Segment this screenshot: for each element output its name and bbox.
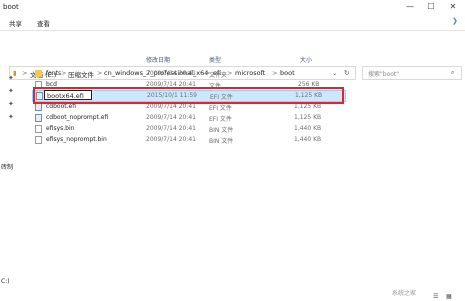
highlight-box (33, 87, 344, 104)
search-box[interactable]: 搜索"boot" ⌕ (362, 66, 462, 80)
minimize-button[interactable]: — (400, 0, 420, 13)
efi-file-icon (35, 114, 42, 122)
window-title: boot (3, 3, 19, 11)
file-row-fonts[interactable]: fonts 2009/7/14 20:41 文件夹 (32, 69, 344, 79)
ribbon: 共享 查看 ❯ (0, 14, 465, 31)
address-row: ▮ > 文档 (E:) > 压缩文件 > cn_windows_7_profes… (0, 31, 465, 80)
pin-icon: ✦ (8, 74, 14, 82)
pin-icon: ✦ (8, 87, 14, 95)
tab-view[interactable]: 查看 (37, 18, 50, 28)
folder-icon (35, 70, 42, 77)
tab-share[interactable]: 共享 (9, 18, 22, 28)
maximize-button[interactable]: ☐ (421, 0, 441, 13)
nav-drive-label[interactable]: C:) (1, 278, 10, 285)
file-size: 1,440 KB (294, 136, 322, 143)
large-icons-view-icon[interactable]: ▦ (446, 293, 452, 300)
file-name: cdboot.efi (46, 103, 76, 110)
file-date: 2009/7/14 20:41 (146, 125, 196, 132)
file-row-cdboot-noprompt[interactable]: cdboot_noprompt.efi 2009/7/14 20:41 EFI … (32, 113, 344, 123)
nav-item-label[interactable]: 砖制 (1, 162, 13, 171)
bin-file-icon (35, 136, 42, 144)
pin-icon: ✦ (8, 100, 14, 108)
close-button[interactable]: ✕ (443, 0, 463, 13)
column-header-size[interactable]: 大小 (300, 55, 312, 65)
help-icon[interactable]: ❯ (452, 17, 458, 25)
file-name: efisys.bin (46, 125, 75, 132)
column-header-date[interactable]: 修改日期 (146, 55, 170, 65)
file-type: EFI 文件 (209, 116, 232, 123)
file-date: 2009/7/14 20:41 (146, 70, 196, 77)
refresh-icon[interactable]: ↻ (344, 69, 349, 77)
efi-file-icon (35, 103, 42, 111)
file-name: cdboot_noprompt.efi (46, 114, 109, 121)
title-bar: boot — ☐ ✕ (0, 0, 465, 14)
navigation-pane: ✦ ✦ ✦ ✦ 砖制 C:) (0, 52, 30, 292)
file-row-efisys[interactable]: efisys.bin 2009/7/14 20:41 BIN 文件 1,440 … (32, 124, 344, 134)
search-input[interactable]: 搜索"boot" (368, 69, 399, 78)
search-icon: ⌕ (451, 69, 455, 76)
details-view-icon[interactable]: ☰ (433, 293, 438, 300)
file-name: fonts (46, 70, 62, 77)
file-date: 2009/7/14 20:41 (146, 136, 196, 143)
file-size: 1,440 KB (294, 125, 322, 132)
file-type: EFI 文件 (209, 105, 232, 112)
watermark: 系统之家 (392, 290, 417, 297)
column-header-type[interactable]: 类型 (209, 55, 221, 65)
bin-file-icon (35, 125, 42, 133)
file-date: 2009/7/14 20:41 (146, 114, 196, 121)
file-date: 2009/7/14 20:41 (146, 103, 196, 110)
pin-icon: ✦ (8, 113, 14, 121)
file-size: 1,125 KB (294, 103, 322, 110)
file-size: 1,125 KB (294, 114, 322, 121)
file-type: BIN 文件 (209, 138, 234, 145)
file-type: 文件夹 (209, 72, 228, 79)
file-type: BIN 文件 (209, 127, 234, 134)
file-name: efisys_noprompt.bin (46, 136, 107, 143)
file-row-efisys-noprompt[interactable]: efisys_noprompt.bin 2009/7/14 20:41 BIN … (32, 135, 344, 145)
